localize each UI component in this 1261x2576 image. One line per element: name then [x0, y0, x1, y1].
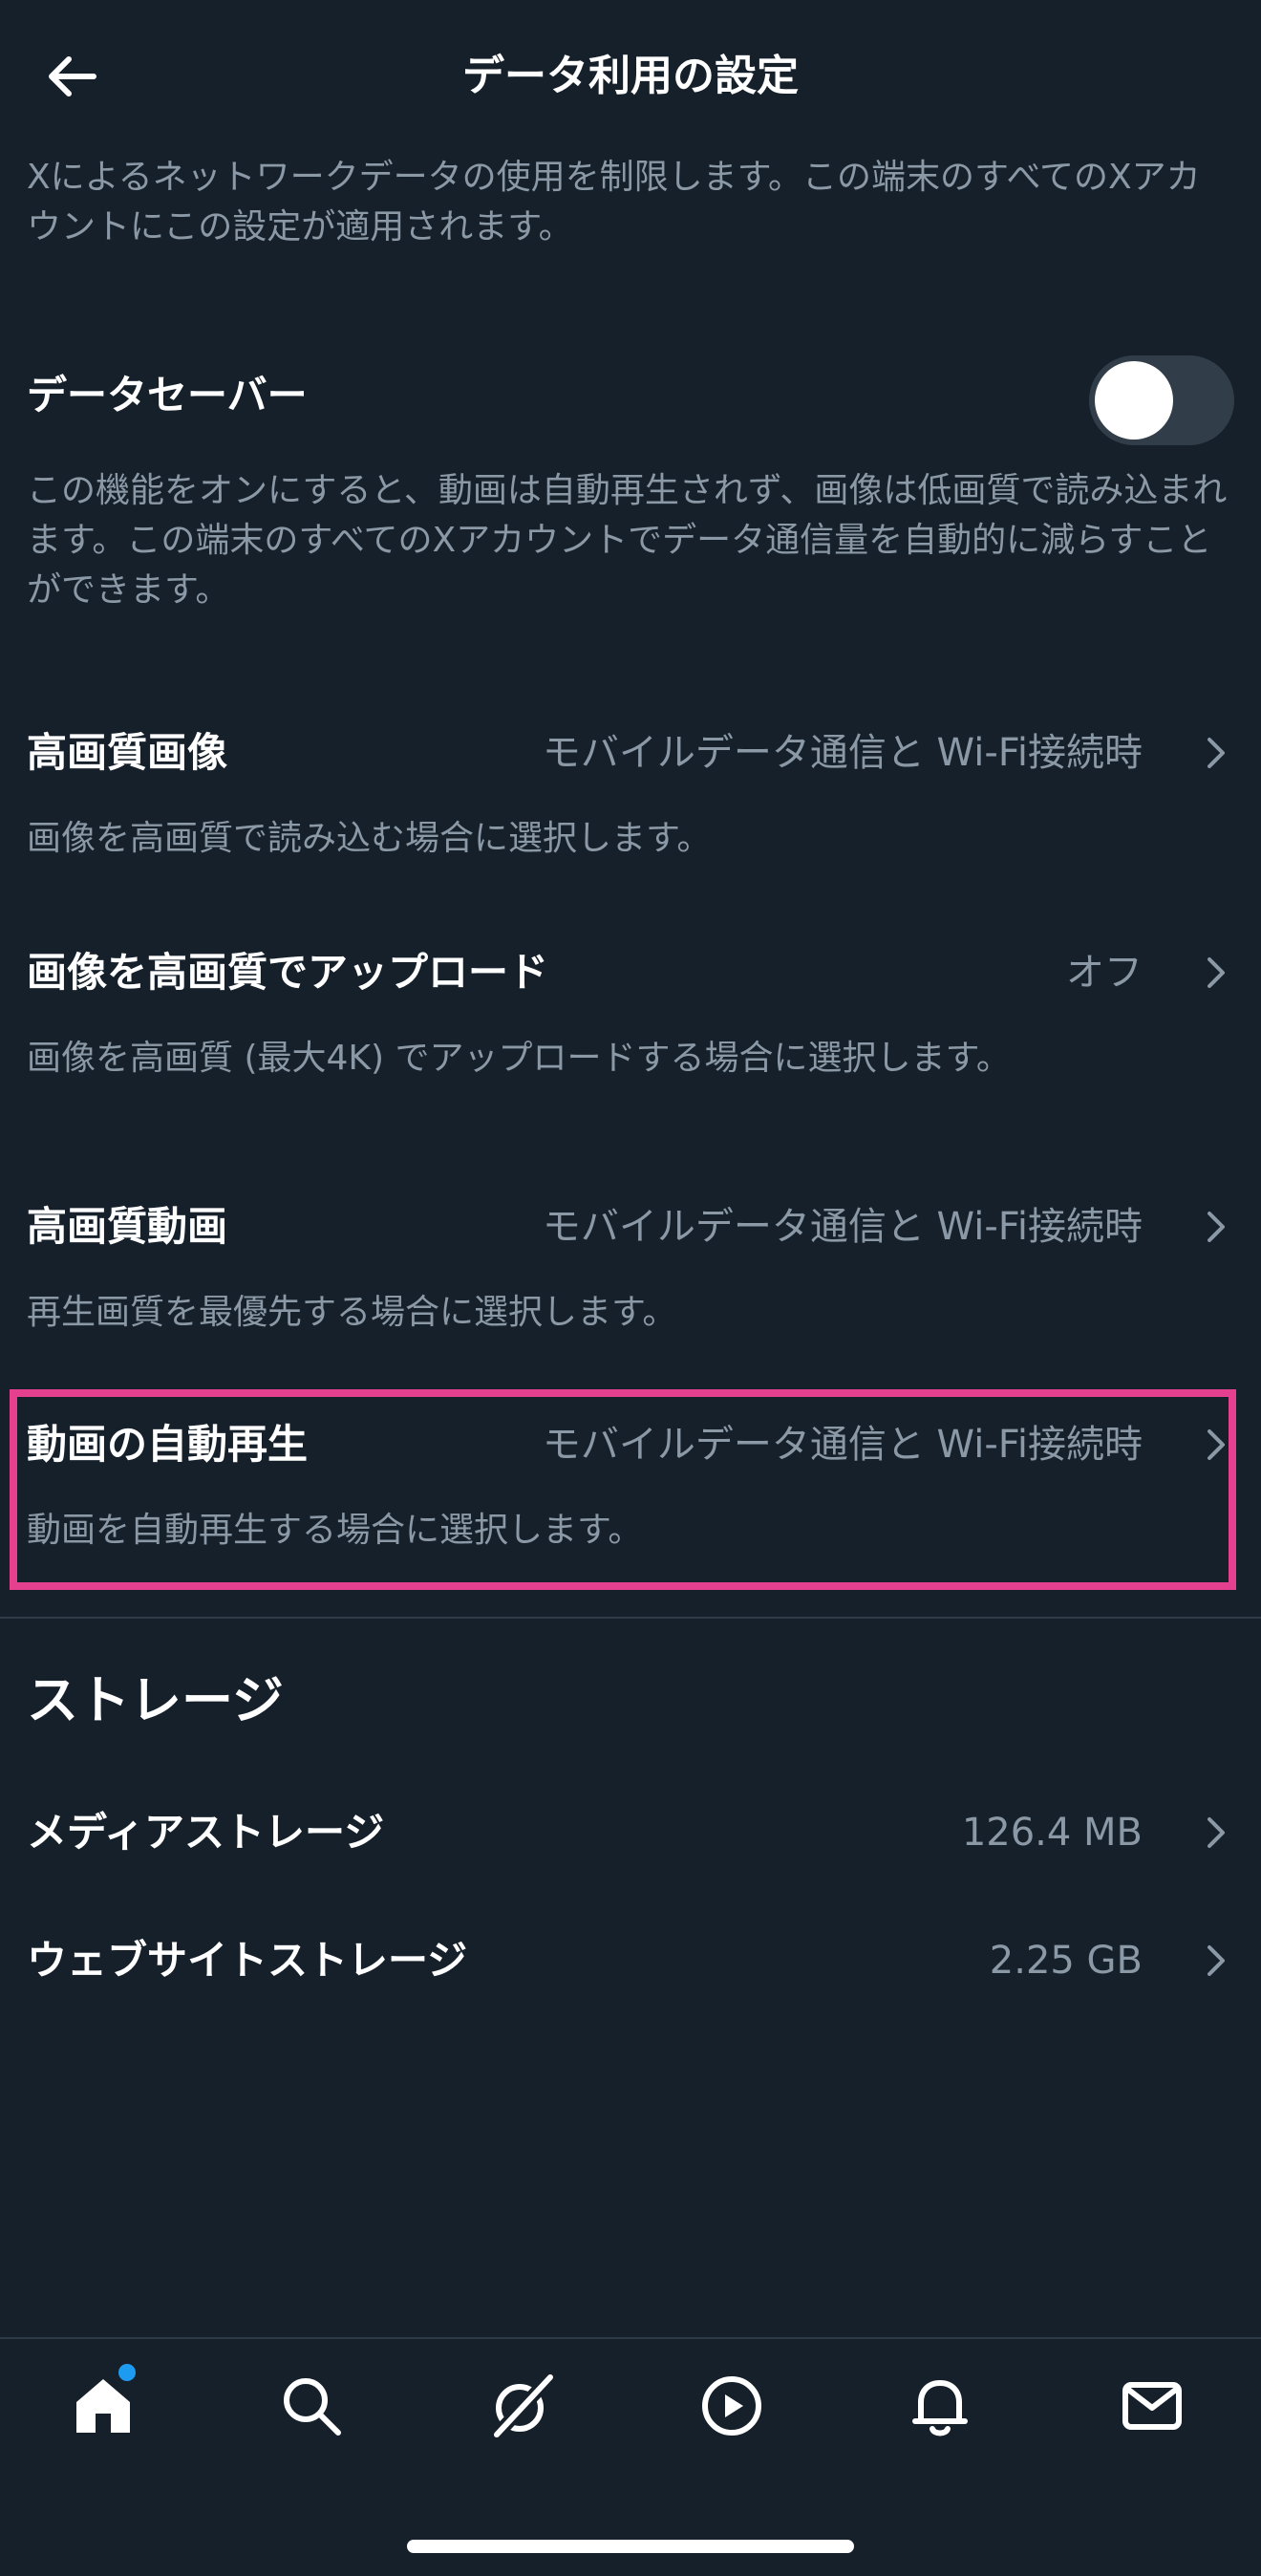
- home-icon: [76, 2379, 130, 2433]
- nav-search[interactable]: [273, 2368, 350, 2444]
- intro-description: Xによるネットワークデータの使用を制限します。この端末のすべてのXアカウントにこ…: [27, 158, 1201, 247]
- home-indicator: [407, 2540, 854, 2553]
- page-title: データ利用の設定: [462, 52, 799, 100]
- setting-value: 2.25 GB: [989, 1939, 1143, 1983]
- nav-grok[interactable]: [483, 2368, 560, 2444]
- setting-website-storage[interactable]: ウェブサイトストレージ 2.25 GB: [0, 1922, 1261, 1999]
- video-icon: [702, 2376, 761, 2436]
- section-divider: [0, 1617, 1261, 1619]
- setting-label: 高画質動画: [27, 1203, 228, 1250]
- data-saver-description: この機能をオンにすると、動画は自動再生されず、画像は低画質で読み込まれます。この…: [27, 471, 1228, 610]
- chevron-right-icon: [1208, 1429, 1225, 1460]
- grok-icon: [491, 2372, 556, 2439]
- setting-label: 高画質画像: [27, 729, 228, 776]
- setting-value: モバイルデータ通信と Wi-Fi接続時: [542, 731, 1143, 775]
- setting-value: 126.4 MB: [961, 1811, 1143, 1855]
- chevron-right-icon: [1208, 957, 1225, 988]
- bottom-nav: [0, 2339, 1261, 2473]
- home-notification-dot: [118, 2364, 136, 2381]
- setting-label: メディアストレージ: [27, 1809, 385, 1856]
- header: データ利用の設定: [0, 0, 1261, 153]
- nav-notifications[interactable]: [902, 2368, 978, 2444]
- setting-description: 画像を高画質 (最大4K) でアップロードする場合に選択します。: [27, 1039, 1011, 1078]
- chevron-right-icon: [1208, 1817, 1225, 1848]
- toggle-knob: [1095, 361, 1173, 440]
- setting-description: 再生画質を最優先する場合に選択します。: [27, 1293, 677, 1332]
- nav-video[interactable]: [694, 2368, 770, 2444]
- chevron-right-icon: [1208, 1945, 1225, 1976]
- nav-messages[interactable]: [1114, 2368, 1190, 2444]
- setting-description: 画像を高画質で読み込む場合に選択します。: [27, 819, 712, 858]
- setting-hq-upload[interactable]: 画像を高画質でアップロード オフ: [0, 934, 1261, 1011]
- notifications-icon: [912, 2380, 968, 2436]
- setting-value: オフ: [1066, 951, 1143, 995]
- setting-autoplay[interactable]: 動画の自動再生 モバイルデータ通信と Wi-Fi接続時: [0, 1406, 1261, 1483]
- setting-label: ウェブサイトストレージ: [27, 1937, 468, 1984]
- setting-value: モバイルデータ通信と Wi-Fi接続時: [542, 1423, 1143, 1467]
- setting-media-storage[interactable]: メディアストレージ 126.4 MB: [0, 1794, 1261, 1871]
- search-icon: [284, 2378, 341, 2436]
- setting-label: 動画の自動再生: [27, 1421, 309, 1468]
- messages-icon: [1122, 2382, 1182, 2430]
- data-saver-label: データセーバー: [27, 372, 308, 419]
- chevron-right-icon: [1208, 738, 1225, 768]
- setting-value: モバイルデータ通信と Wi-Fi接続時: [542, 1205, 1143, 1249]
- setting-hq-images[interactable]: 高画質画像 モバイルデータ通信と Wi-Fi接続時: [0, 715, 1261, 791]
- setting-hq-video[interactable]: 高画質動画 モバイルデータ通信と Wi-Fi接続時: [0, 1189, 1261, 1265]
- data-saver-toggle[interactable]: [1089, 355, 1234, 445]
- storage-section-title: ストレージ: [27, 1670, 284, 1730]
- setting-description: 動画を自動再生する場合に選択します。: [27, 1511, 643, 1550]
- chevron-right-icon: [1208, 1212, 1225, 1242]
- setting-label: 画像を高画質でアップロード: [27, 949, 549, 996]
